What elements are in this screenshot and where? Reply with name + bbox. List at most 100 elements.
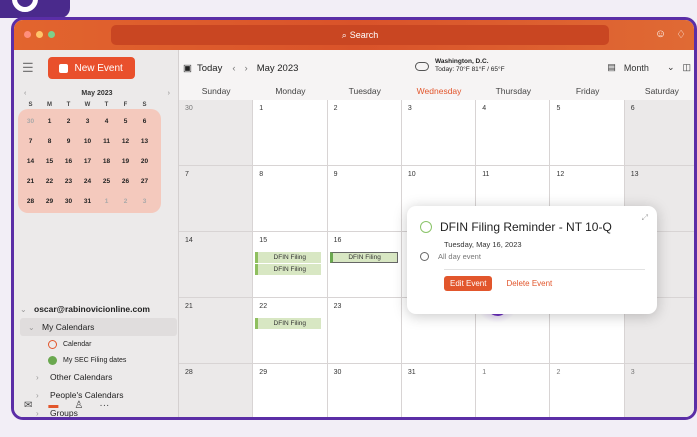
day-cell[interactable]: 6 [624,100,694,166]
day-cell[interactable]: 1 [476,364,551,417]
day-cell[interactable]: 30 [179,100,254,166]
day-cell[interactable]: 14 [179,232,254,298]
day-cell[interactable]: 31 [401,364,477,417]
mini-prev-month-icon[interactable]: ‹ [24,90,26,97]
divider [444,269,645,270]
mini-day[interactable]: 13 [135,138,154,145]
day-cell[interactable]: 23 [327,298,402,364]
account-row[interactable]: ⌄ oscar@rabinovicionline.com [20,300,179,318]
zoom-window-button[interactable] [48,31,55,38]
event-chip[interactable]: DFIN Filing [255,318,322,329]
day-number: 10 [407,171,416,178]
weather-widget[interactable]: Washington, D.C. Today: 70°F 81°F / 65°F [415,58,505,74]
search-bar[interactable]: ⌕ Search [111,25,609,45]
today-button[interactable]: ▣ Today [183,63,222,74]
mini-day[interactable]: 2 [116,198,135,205]
day-cell[interactable]: 21 [179,298,254,364]
view-selector[interactable]: Month [624,63,649,73]
mini-day[interactable]: 30 [59,198,78,205]
day-cell[interactable]: 15 DFIN Filing DFIN Filing [253,232,328,298]
mini-day[interactable]: 20 [135,158,154,165]
mini-day[interactable]: 16 [59,158,78,165]
mini-day[interactable]: 3 [135,198,154,205]
menu-icon[interactable]: ☰ [22,60,34,76]
mini-day[interactable]: 1 [97,198,116,205]
day-number: 30 [333,369,342,376]
weekday-header: Sunday Monday Tuesday Wednesday Thursday… [201,86,679,96]
day-cell[interactable]: 9 [327,166,402,232]
mini-day[interactable]: 31 [78,198,97,205]
mini-day[interactable]: 25 [97,178,116,185]
other-calendars-group[interactable]: › Other Calendars [20,368,179,386]
event-chip[interactable]: DFIN Filing [329,252,398,263]
mini-day[interactable]: 1 [40,118,59,125]
edit-event-button[interactable]: Edit Event [444,276,493,291]
mini-day[interactable]: 8 [40,138,59,145]
mini-day[interactable]: 11 [97,138,116,145]
event-title: DFIN Filing Reminder - NT 10-Q [440,220,612,234]
day-cell[interactable]: 2 [550,364,625,417]
mini-calendar-title: May 2023 [81,90,113,97]
day-cell[interactable]: 5 [550,100,625,166]
day-cell[interactable]: 30 [327,364,402,417]
mini-next-month-icon[interactable]: › [168,90,170,97]
day-number: 15 [259,237,268,244]
event-date: Tuesday, May 16, 2023 [444,240,522,249]
mini-day[interactable]: 14 [21,158,40,165]
day-cell[interactable]: 2 [327,100,402,166]
day-cell[interactable]: 29 [253,364,328,417]
prev-month-icon[interactable]: ‹ [232,63,235,74]
mini-day[interactable]: 17 [78,158,97,165]
mini-day[interactable]: 23 [59,178,78,185]
mini-day[interactable]: 9 [59,138,78,145]
day-cell[interactable]: 28 [179,364,254,417]
mail-icon[interactable]: ✉ [24,400,32,411]
mini-day[interactable]: 21 [21,178,40,185]
mini-day[interactable]: 26 [116,178,135,185]
minimize-window-button[interactable] [36,31,43,38]
mini-day[interactable]: 15 [40,158,59,165]
event-chip[interactable]: DFIN Filing [255,252,322,263]
mini-day[interactable]: 22 [40,178,59,185]
notification-bell-icon[interactable]: ♢ [676,28,686,41]
calendar-icon[interactable]: ▬ [48,400,58,411]
close-window-button[interactable] [24,31,31,38]
my-calendars-group[interactable]: ⌄ My Calendars [20,318,177,336]
mini-day[interactable]: 30 [21,118,40,125]
mini-day[interactable]: 4 [97,118,116,125]
calendar-item[interactable]: Calendar [20,336,179,352]
chevron-down-icon[interactable]: ⌄ [667,62,675,73]
day-cell[interactable]: 4 [476,100,551,166]
people-icon[interactable]: ♙ [74,400,83,411]
day-cell[interactable]: 3 [401,100,477,166]
mini-day[interactable]: 18 [97,158,116,165]
mini-day[interactable]: 2 [59,118,78,125]
mini-day[interactable]: 19 [116,158,135,165]
mini-day[interactable]: 27 [135,178,154,185]
more-icon[interactable]: ··· [99,400,109,411]
day-cell[interactable]: 8 [253,166,328,232]
mini-day[interactable]: 24 [78,178,97,185]
day-cell[interactable]: 7 [179,166,254,232]
day-cell[interactable]: 3 [624,364,694,417]
next-month-icon[interactable]: › [245,63,248,74]
calendar-item[interactable]: My SEC Filing dates [20,352,179,368]
calendar-add-icon [59,63,69,73]
sidebar-toggle-icon[interactable]: ◫ [682,62,691,73]
mini-day[interactable]: 10 [78,138,97,145]
event-chip[interactable]: DFIN Filing [255,264,322,275]
delete-event-button[interactable]: Delete Event [506,279,552,288]
new-event-button[interactable]: New Event [47,57,135,79]
mini-day[interactable]: 5 [116,118,135,125]
day-cell[interactable]: 22 DFIN Filing [253,298,328,364]
mini-day[interactable]: 7 [21,138,40,145]
mini-day[interactable]: 29 [40,198,59,205]
expand-icon[interactable]: ⤢ [642,213,648,223]
feedback-icon[interactable]: ☺ [655,28,666,41]
day-cell[interactable]: 16 DFIN Filing [327,232,402,298]
mini-day[interactable]: 12 [116,138,135,145]
mini-day[interactable]: 28 [21,198,40,205]
mini-day[interactable]: 3 [78,118,97,125]
day-cell[interactable]: 1 [253,100,328,166]
mini-day[interactable]: 6 [135,118,154,125]
